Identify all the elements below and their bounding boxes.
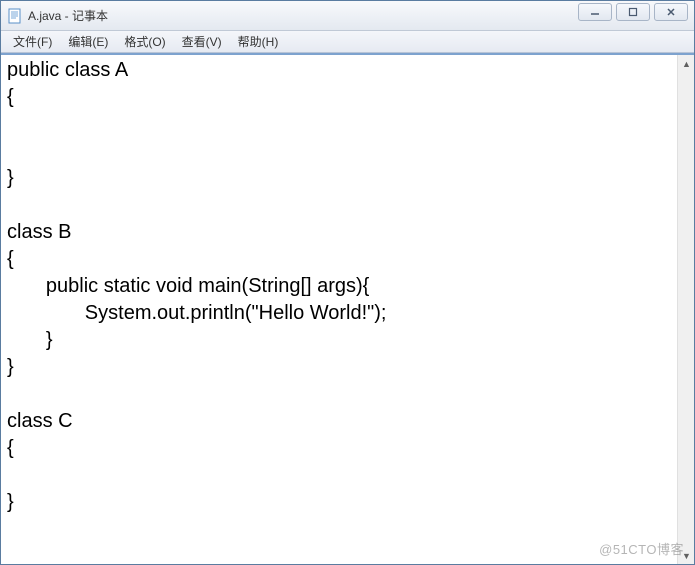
window-controls [574,3,688,21]
menubar: 文件(F) 编辑(E) 格式(O) 查看(V) 帮助(H) [1,31,694,53]
menu-help[interactable]: 帮助(H) [230,31,287,52]
close-button[interactable] [654,3,688,21]
app-window: A.java - 记事本 文件(F) 编辑(E) 格式(O) 查看(V) 帮助(… [0,0,695,565]
titlebar[interactable]: A.java - 记事本 [1,1,694,31]
menu-file[interactable]: 文件(F) [5,31,60,52]
scroll-up-arrow[interactable]: ▲ [678,55,694,72]
editor-area: public class A { } class B { public stat… [1,53,694,564]
menu-format[interactable]: 格式(O) [116,31,173,52]
notepad-icon [7,8,23,24]
menu-view[interactable]: 查看(V) [174,31,230,52]
maximize-button[interactable] [616,3,650,21]
scroll-down-arrow[interactable]: ▼ [678,547,694,564]
text-editor[interactable]: public class A { } class B { public stat… [1,55,677,564]
vertical-scrollbar[interactable]: ▲ ▼ [677,55,694,564]
minimize-button[interactable] [578,3,612,21]
menu-edit[interactable]: 编辑(E) [60,31,116,52]
